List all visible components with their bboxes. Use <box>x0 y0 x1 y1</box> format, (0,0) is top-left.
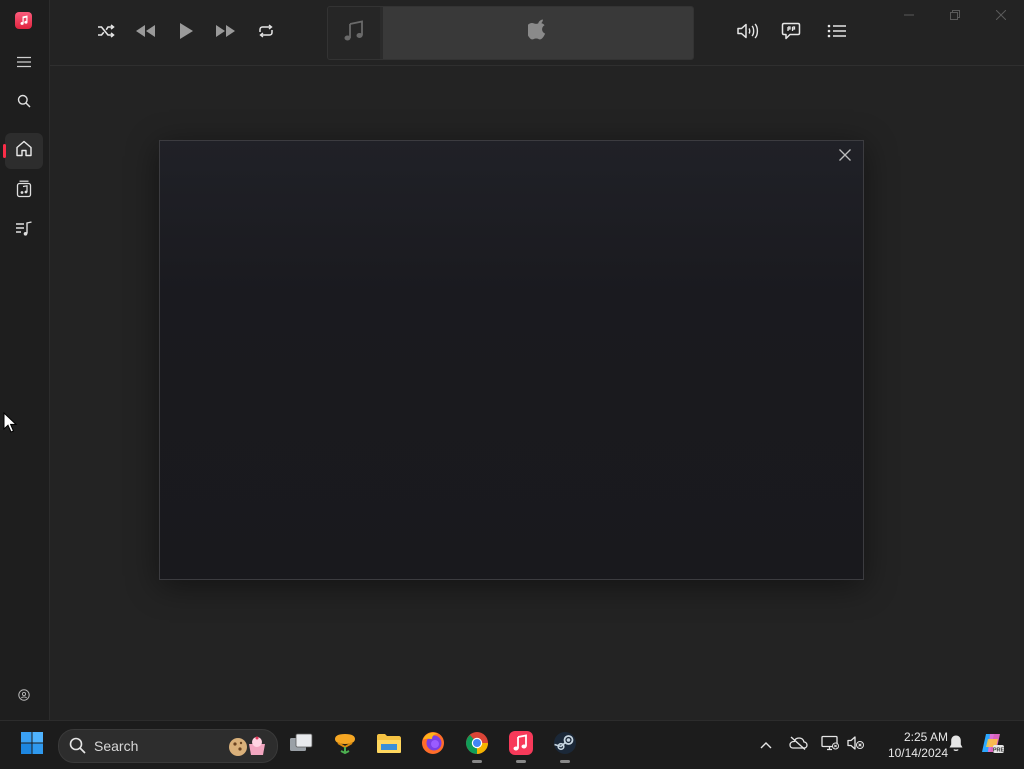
bell-icon <box>948 734 964 757</box>
onedrive-button[interactable] <box>786 733 810 757</box>
queue-button[interactable] <box>822 18 852 48</box>
app-logo-icon <box>15 12 32 29</box>
steam-icon <box>552 730 578 761</box>
close-icon <box>839 148 851 166</box>
windows-logo-icon <box>20 731 44 760</box>
minimize-button[interactable] <box>886 0 932 32</box>
home-icon <box>15 140 33 162</box>
maximize-button[interactable] <box>932 0 978 32</box>
sidebar-item-library[interactable] <box>5 173 43 209</box>
apple-logo-icon <box>526 19 548 48</box>
taskbar-search[interactable]: Search <box>58 729 278 763</box>
shuffle-button[interactable] <box>91 18 121 48</box>
volume-tray-button[interactable] <box>844 733 868 757</box>
active-indicator <box>3 144 6 158</box>
volume-icon <box>737 22 759 44</box>
sidebar-item-playlists[interactable] <box>5 213 43 249</box>
previous-button[interactable] <box>130 18 160 48</box>
minimize-icon <box>904 7 914 25</box>
task-view-icon <box>288 732 314 759</box>
chrome-icon <box>464 730 490 761</box>
chevron-up-icon <box>760 736 772 754</box>
sidebar <box>0 0 50 720</box>
svg-text:PRE: PRE <box>993 747 1005 753</box>
account-icon <box>18 688 30 706</box>
taskbar-clock[interactable]: 2:25 AM 10/14/2024 <box>872 729 948 761</box>
copilot-button[interactable]: PRE <box>978 733 1006 757</box>
search-highlight-icon <box>227 734 269 763</box>
hamburger-icon <box>16 55 32 73</box>
firefox-icon <box>420 730 446 761</box>
apple-music-icon <box>508 730 534 761</box>
start-button[interactable] <box>14 727 50 763</box>
lcd-panel <box>383 7 693 59</box>
task-view-button[interactable] <box>283 727 319 763</box>
taskbar-firefox[interactable] <box>415 727 451 763</box>
menu-button[interactable] <box>5 46 43 82</box>
clock-date: 10/14/2024 <box>887 746 948 760</box>
taskbar: Search 2:25 AM 10/14/2024 PRE <box>0 720 1024 769</box>
dialog-close-button[interactable] <box>833 145 857 169</box>
taskbar-steam[interactable] <box>547 727 583 763</box>
network-button[interactable] <box>818 733 842 757</box>
close-window-icon <box>995 7 1007 25</box>
sidebar-item-home[interactable] <box>3 133 43 169</box>
search-icon <box>17 94 31 113</box>
taskbar-file-explorer[interactable] <box>371 727 407 763</box>
library-icon <box>16 180 32 203</box>
sidebar-item-search[interactable] <box>5 85 43 121</box>
search-placeholder: Search <box>94 738 139 754</box>
album-art-placeholder <box>328 7 380 59</box>
next-icon <box>215 24 237 43</box>
player-bar <box>50 0 1024 66</box>
repeat-icon <box>258 23 274 43</box>
play-button[interactable] <box>171 18 201 48</box>
notifications-button[interactable] <box>944 733 968 757</box>
taskbar-chrome[interactable] <box>459 727 495 763</box>
close-window-button[interactable] <box>978 0 1024 32</box>
shuffle-icon <box>97 23 115 43</box>
taskbar-app-orange[interactable] <box>327 727 363 763</box>
account-button[interactable] <box>5 680 43 714</box>
network-icon <box>821 735 839 756</box>
show-hidden-icons-button[interactable] <box>754 733 778 757</box>
copilot-icon: PRE <box>979 731 1005 760</box>
mouse-cursor-icon <box>3 411 19 439</box>
previous-icon <box>134 24 156 43</box>
repeat-button[interactable] <box>251 18 281 48</box>
cloud-offline-icon <box>788 736 808 755</box>
volume-button[interactable] <box>733 18 763 48</box>
lyrics-icon <box>781 22 801 45</box>
taskbar-apple-music[interactable] <box>503 727 539 763</box>
play-icon <box>178 22 194 45</box>
music-note-icon <box>342 19 366 48</box>
folder-icon <box>376 732 402 759</box>
speaker-muted-icon <box>847 735 865 756</box>
search-icon <box>69 737 86 759</box>
queue-icon <box>827 23 847 44</box>
now-playing-display[interactable] <box>327 6 694 60</box>
clock-time: 2:25 AM <box>903 730 948 744</box>
lyrics-button[interactable] <box>776 18 806 48</box>
restore-icon <box>950 7 960 25</box>
modal-dialog <box>159 140 864 580</box>
next-button[interactable] <box>211 18 241 48</box>
playlist-icon <box>15 220 33 242</box>
app-orange-icon <box>332 730 358 761</box>
